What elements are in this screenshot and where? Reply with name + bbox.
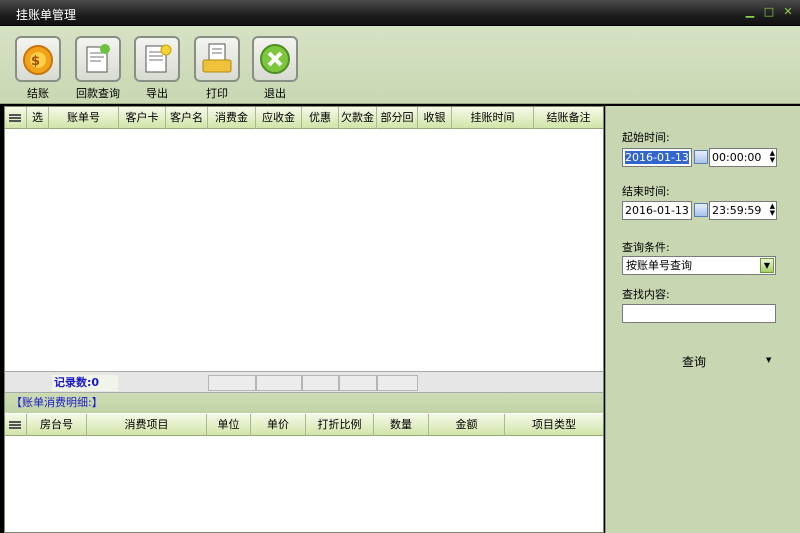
print-button[interactable]: 打印 <box>187 36 245 100</box>
col-discount[interactable]: 优惠 <box>302 107 339 129</box>
end-time-label: 结束时间: <box>622 185 670 198</box>
dropdown-arrow-icon[interactable]: ▼ <box>766 356 771 364</box>
exit-icon <box>252 36 298 82</box>
col-receivable[interactable]: 应收金 <box>256 107 302 129</box>
toolbar: $ 结账 回款查询 导出 打印 退出 <box>0 26 800 104</box>
start-date-field[interactable]: 2016-01-13 <box>622 148 692 167</box>
end-date-value: 2016-01-13 <box>625 204 689 217</box>
grid-icon <box>9 421 21 430</box>
col-discount-rate[interactable]: 打折比例 <box>306 414 374 436</box>
col-room-no[interactable]: 房台号 <box>27 414 87 436</box>
col-item[interactable]: 消费项目 <box>87 414 207 436</box>
footer-sum-cell <box>256 375 302 391</box>
col-checkout-note[interactable]: 结账备注 <box>534 107 603 129</box>
row-selector-header[interactable] <box>5 414 27 436</box>
exit-label: 退出 <box>264 87 286 100</box>
grid-icon <box>9 114 21 123</box>
col-consumption[interactable]: 消费金 <box>208 107 256 129</box>
document-search-icon <box>75 36 121 82</box>
condition-select[interactable]: 按账单号查询 ▼ <box>622 256 776 275</box>
export-button[interactable]: 导出 <box>127 36 185 100</box>
search-panel: 起始时间: 2016-01-13 00:00:00 ▲ ▼ 结束时间: 2016-0… <box>605 106 800 533</box>
col-unit-price[interactable]: 单价 <box>251 414 306 436</box>
printer-icon <box>194 36 240 82</box>
window-title: 挂账单管理 <box>16 8 77 22</box>
minimize-button[interactable]: ▁ <box>744 6 756 18</box>
col-amount[interactable]: 金额 <box>429 414 505 436</box>
col-quantity[interactable]: 数量 <box>374 414 429 436</box>
end-time-value: 23:59:59 <box>712 204 762 217</box>
end-time-field[interactable]: 23:59:59 ▲ ▼ <box>709 201 777 220</box>
spin-icon[interactable]: ▲ ▼ <box>770 203 775 217</box>
calendar-icon[interactable] <box>694 203 708 217</box>
col-owed[interactable]: 欠款金 <box>339 107 377 129</box>
start-time-value: 00:00:00 <box>712 151 762 164</box>
svg-text:$: $ <box>31 54 40 69</box>
export-icon <box>134 36 180 82</box>
bill-table-header: 选 账单号 客户卡 客户名 消费金 应收金 优惠 欠款金 部分回 收银 挂账时间… <box>5 107 603 129</box>
maximize-button[interactable]: □ <box>763 6 775 18</box>
detail-title: 【账单消费明细:】 <box>11 396 103 409</box>
coins-icon: $ <box>15 36 61 82</box>
footer-sum-cell <box>377 375 418 391</box>
col-partial-return[interactable]: 部分回 <box>377 107 418 129</box>
detail-title-bar: 【账单消费明细:】 <box>5 393 603 413</box>
export-label: 导出 <box>146 87 168 100</box>
condition-value: 按账单号查询 <box>626 259 692 272</box>
condition-label: 查询条件: <box>622 241 670 254</box>
col-cashier[interactable]: 收银 <box>418 107 452 129</box>
exit-button[interactable]: 退出 <box>245 36 303 100</box>
detail-table-header: 房台号 消费项目 单位 单价 打折比例 数量 金额 项目类型 <box>5 414 603 436</box>
start-time-label: 起始时间: <box>622 131 670 144</box>
bill-table-footer: 记录数:0 <box>5 371 603 393</box>
col-unit[interactable]: 单位 <box>207 414 251 436</box>
content-input[interactable] <box>622 304 776 323</box>
spin-icon[interactable]: ▲ ▼ <box>770 150 775 164</box>
start-date-value: 2016-01-13 <box>625 151 689 164</box>
end-date-field[interactable]: 2016-01-13 <box>622 201 692 220</box>
row-selector-header[interactable] <box>5 107 27 129</box>
close-button[interactable]: ✕ <box>782 6 794 18</box>
bill-list-panel: 选 账单号 客户卡 客户名 消费金 应收金 优惠 欠款金 部分回 收银 挂账时间… <box>4 106 604 533</box>
footer-sum-cell <box>339 375 377 391</box>
calendar-icon[interactable] <box>694 150 708 164</box>
record-count: 记录数:0 <box>52 375 118 391</box>
footer-sum-cell <box>302 375 339 391</box>
col-select[interactable]: 选 <box>27 107 49 129</box>
content-label: 查找内容: <box>622 288 670 301</box>
query-button[interactable]: 查询 <box>682 353 706 370</box>
title-bar: 挂账单管理 ▁ □ ✕ <box>0 0 800 26</box>
payment-query-label: 回款查询 <box>76 87 120 100</box>
chevron-down-icon[interactable]: ▼ <box>760 258 774 273</box>
payment-query-button[interactable]: 回款查询 <box>68 36 126 100</box>
print-label: 打印 <box>206 87 228 100</box>
col-credit-time[interactable]: 挂账时间 <box>452 107 534 129</box>
col-bill-no[interactable]: 账单号 <box>49 107 119 129</box>
checkout-label: 结账 <box>27 87 49 100</box>
col-customer-name[interactable]: 客户名 <box>166 107 208 129</box>
footer-sum-cell <box>208 375 256 391</box>
checkout-button[interactable]: $ 结账 <box>8 36 66 100</box>
start-time-field[interactable]: 00:00:00 ▲ ▼ <box>709 148 777 167</box>
col-item-type[interactable]: 项目类型 <box>505 414 603 436</box>
col-customer-card[interactable]: 客户卡 <box>119 107 166 129</box>
